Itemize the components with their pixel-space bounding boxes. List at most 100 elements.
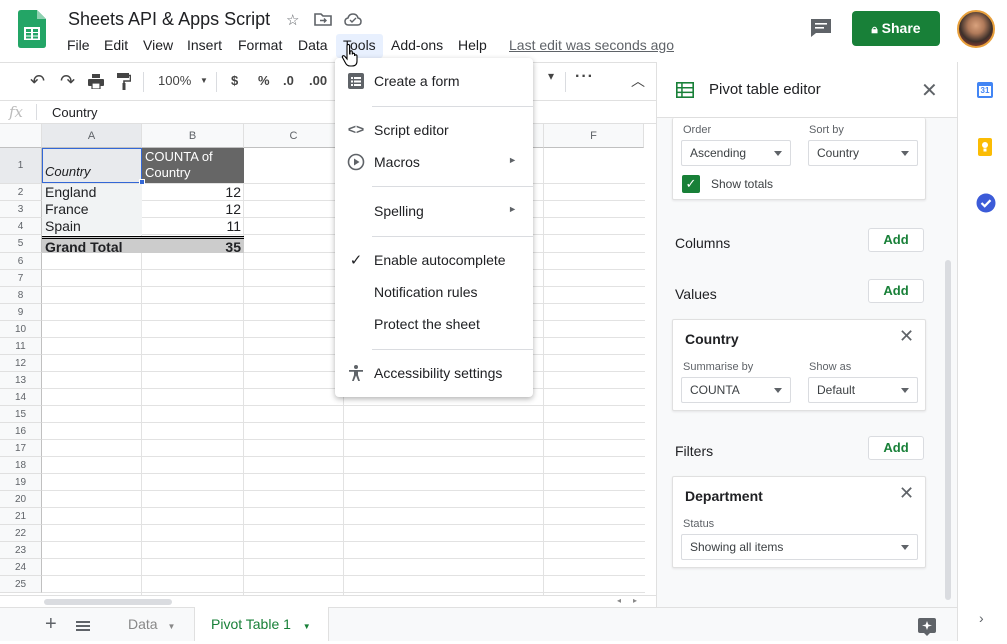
menu-item-accessibility-settings[interactable]: Accessibility settings: [335, 358, 533, 388]
row-header-10[interactable]: 10: [0, 321, 42, 338]
cell-a3[interactable]: France: [42, 201, 142, 218]
show-totals-checkbox[interactable]: ✓: [682, 175, 700, 193]
menu-add-ons[interactable]: Add-ons: [384, 34, 450, 58]
column-header-f[interactable]: F: [544, 124, 644, 148]
menu-item-protect-sheet[interactable]: Protect the sheet: [335, 309, 533, 339]
scroll-left-icon[interactable]: ◂: [617, 596, 621, 605]
sheets-logo-icon[interactable]: [18, 10, 46, 48]
row-header-5[interactable]: 5: [0, 235, 42, 253]
menu-help[interactable]: Help: [451, 34, 494, 58]
paint-format-icon[interactable]: [117, 73, 131, 90]
tab-menu-icon[interactable]: ▼: [303, 622, 311, 631]
status-select[interactable]: Showing all items: [681, 534, 918, 560]
row-header-14[interactable]: 14: [0, 389, 42, 406]
cloud-status-icon[interactable]: [344, 13, 362, 26]
redo-icon[interactable]: ↷: [60, 71, 75, 92]
cell-a5[interactable]: Grand Total: [42, 236, 142, 253]
keep-icon[interactable]: [978, 138, 992, 156]
remove-filter-icon[interactable]: ✕: [899, 483, 914, 504]
all-sheets-icon[interactable]: [76, 621, 90, 631]
cell-b1[interactable]: COUNTA of Country: [142, 148, 244, 183]
zoom-dropdown-icon[interactable]: ▼: [200, 76, 208, 85]
row-header-16[interactable]: 16: [0, 423, 42, 440]
cell-b5[interactable]: 35: [142, 236, 244, 253]
comment-history-icon[interactable]: [810, 18, 832, 38]
decrease-decimal-button[interactable]: .0: [283, 73, 294, 88]
calendar-icon[interactable]: 31: [977, 82, 993, 98]
document-title[interactable]: Sheets API & Apps Script: [68, 9, 270, 30]
row-header-24[interactable]: 24: [0, 559, 42, 576]
menu-format[interactable]: Format: [231, 34, 289, 58]
scroll-right-icon[interactable]: ▸: [633, 596, 637, 605]
sheet-tab-pivot-table-1[interactable]: Pivot Table 1 ▼: [194, 607, 329, 641]
row-header-6[interactable]: 6: [0, 253, 42, 270]
cell-a4[interactable]: Spain: [42, 218, 142, 235]
row-header-25[interactable]: 25: [0, 576, 42, 593]
cell-b3[interactable]: 12: [142, 201, 244, 218]
cell-b2[interactable]: 12: [142, 184, 244, 201]
tab-menu-icon[interactable]: ▼: [167, 622, 175, 631]
menu-item-notification-rules[interactable]: Notification rules: [335, 277, 533, 307]
add-sheet-icon[interactable]: +: [45, 613, 57, 636]
row-header-9[interactable]: 9: [0, 304, 42, 321]
scrollbar-thumb[interactable]: [44, 599, 172, 605]
menu-insert[interactable]: Insert: [180, 34, 229, 58]
cell-a2[interactable]: England: [42, 184, 142, 201]
undo-icon[interactable]: ↶: [30, 71, 45, 92]
collapse-toolbar-icon[interactable]: ︿: [631, 71, 645, 91]
pivot-scrollbar[interactable]: [945, 260, 951, 600]
close-icon[interactable]: ✕: [921, 78, 938, 103]
expand-panel-icon[interactable]: ›: [979, 610, 984, 626]
move-folder-icon[interactable]: [314, 12, 332, 26]
menu-item-macros[interactable]: Macros ►: [335, 147, 533, 177]
menu-file[interactable]: File: [60, 34, 97, 58]
cell-a1[interactable]: Country: [42, 164, 94, 179]
select-all-corner[interactable]: [0, 124, 42, 148]
column-header-b[interactable]: B: [142, 124, 244, 148]
sheet-tab-data[interactable]: Data ▼: [108, 608, 194, 641]
tasks-icon[interactable]: [976, 193, 996, 213]
column-header-a[interactable]: A: [42, 124, 142, 148]
menu-item-create-form[interactable]: Create a form: [335, 66, 533, 96]
add-column-button[interactable]: Add: [868, 228, 924, 252]
row-header-11[interactable]: 11: [0, 338, 42, 355]
row-header-4[interactable]: 4: [0, 218, 42, 235]
row-header-19[interactable]: 19: [0, 474, 42, 491]
row-header-3[interactable]: 3: [0, 201, 42, 218]
menu-view[interactable]: View: [136, 34, 180, 58]
row-header-23[interactable]: 23: [0, 542, 42, 559]
add-filter-button[interactable]: Add: [868, 436, 924, 460]
summarise-by-select[interactable]: COUNTA: [681, 377, 791, 403]
print-icon[interactable]: [88, 74, 104, 89]
increase-decimal-button[interactable]: .00: [309, 73, 327, 88]
row-header-7[interactable]: 7: [0, 270, 42, 287]
menu-data[interactable]: Data: [291, 34, 335, 58]
row-header-8[interactable]: 8: [0, 287, 42, 304]
row-header-2[interactable]: 2: [0, 184, 42, 201]
menu-item-enable-autocomplete[interactable]: ✓ Enable autocomplete: [335, 245, 533, 275]
row-header-13[interactable]: 13: [0, 372, 42, 389]
cell-b4[interactable]: 11: [142, 218, 244, 235]
menu-item-script-editor[interactable]: <> Script editor: [335, 115, 533, 145]
explore-icon[interactable]: [918, 618, 936, 636]
formula-input[interactable]: Country: [52, 105, 98, 120]
show-as-select[interactable]: Default: [808, 377, 918, 403]
more-options-icon[interactable]: ···: [575, 68, 594, 86]
percent-format-button[interactable]: %: [258, 73, 270, 88]
sort-by-select[interactable]: Country: [808, 140, 918, 166]
row-header-22[interactable]: 22: [0, 525, 42, 542]
row-header-17[interactable]: 17: [0, 440, 42, 457]
menu-edit[interactable]: Edit: [97, 34, 135, 58]
dropdown-icon[interactable]: ▾: [548, 69, 554, 83]
row-header-12[interactable]: 12: [0, 355, 42, 372]
zoom-select[interactable]: 100%: [158, 73, 191, 88]
avatar[interactable]: [957, 10, 995, 48]
add-value-button[interactable]: Add: [868, 279, 924, 303]
last-edit-link[interactable]: Last edit was seconds ago: [509, 37, 674, 53]
column-header-c[interactable]: C: [244, 124, 344, 148]
spreadsheet-grid[interactable]: A B C F Country COUNTA of Country Englan…: [0, 124, 645, 595]
row-header-20[interactable]: 20: [0, 491, 42, 508]
horizontal-scrollbar[interactable]: ◂ ▸: [0, 595, 656, 607]
row-header-1[interactable]: 1: [0, 148, 42, 184]
star-icon[interactable]: ☆: [286, 11, 299, 29]
